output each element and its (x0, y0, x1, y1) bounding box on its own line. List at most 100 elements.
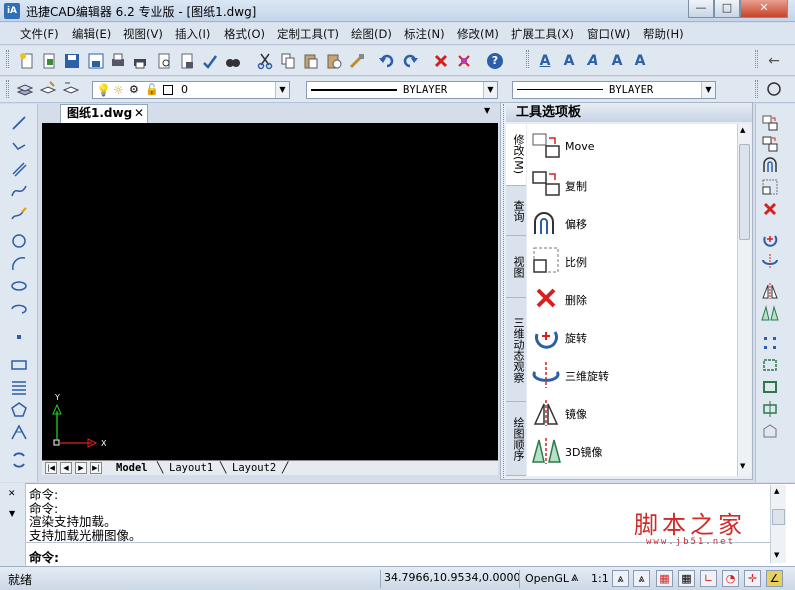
palette-item-move[interactable]: Move (527, 128, 737, 164)
arc-icon[interactable] (10, 255, 28, 273)
offset-tool-icon[interactable] (761, 156, 779, 174)
tab-layout2[interactable]: Layout2 (232, 461, 276, 475)
circle-draw-icon[interactable] (10, 232, 28, 250)
drawing-canvas[interactable]: Y X (42, 123, 498, 460)
toolbar-grip[interactable] (526, 50, 529, 68)
first-layout-button[interactable]: |◀ (45, 462, 57, 474)
redo-icon[interactable] (401, 52, 419, 70)
paste-special-icon[interactable] (325, 52, 343, 70)
chevron-down-icon[interactable]: ▼ (9, 509, 15, 518)
menu-insert[interactable]: 插入(I) (175, 26, 210, 42)
spell-check-icon[interactable] (201, 52, 219, 70)
copy-icon[interactable] (279, 52, 297, 70)
palette-item-scale[interactable]: 比例 (527, 242, 737, 278)
arrow-left-icon[interactable]: ← (765, 52, 783, 70)
auto-scale-icon[interactable]: ⩓ (633, 570, 650, 587)
palette-item-mirror[interactable]: 镜像 (527, 394, 737, 430)
help-icon[interactable]: ? (486, 52, 504, 70)
menu-custom-tools[interactable]: 定制工具(T) (277, 26, 339, 42)
linetype-combo[interactable]: BYLAYER ▼ (306, 81, 498, 99)
palette-item-offset[interactable]: 偏移 (527, 204, 737, 240)
multiline-text-icon[interactable]: A (560, 52, 578, 70)
menu-format[interactable]: 格式(O) (224, 26, 265, 42)
chevron-down-icon[interactable]: ▼ (483, 82, 497, 98)
menu-view[interactable]: 视图(V) (123, 26, 163, 42)
line-icon[interactable] (10, 114, 28, 132)
cut-icon[interactable] (256, 52, 274, 70)
explode-icon[interactable] (455, 52, 473, 70)
multiline-icon[interactable] (10, 160, 28, 178)
command-window-handle[interactable]: ✕ ▼ (0, 483, 26, 566)
close-icon[interactable]: ✕ (134, 105, 144, 121)
spline-icon[interactable] (10, 182, 28, 200)
palette-tab-modify[interactable]: 修改(M) (506, 124, 526, 186)
scroll-up-icon[interactable]: ▲ (740, 126, 745, 134)
menu-help[interactable]: 帮助(H) (643, 26, 684, 42)
new-file-icon[interactable] (18, 52, 36, 70)
palette-tab-query[interactable]: 查询 (506, 186, 526, 236)
close-icon[interactable]: ✕ (8, 489, 16, 499)
palette-scrollbar[interactable]: ▲ ▼ (737, 124, 751, 476)
region-icon[interactable] (10, 451, 28, 469)
ortho-icon[interactable]: ∟ (700, 570, 717, 587)
ellipse-icon[interactable] (10, 277, 28, 295)
lineweight-combo[interactable]: BYLAYER ▼ (512, 81, 716, 99)
palette-tab-view[interactable]: 视图 (506, 236, 526, 298)
annotation-visibility-icon[interactable]: ⩓ (612, 570, 629, 587)
palette-item-3d-mirror[interactable]: 3D镜像 (527, 432, 737, 468)
maximize-button[interactable]: □ (714, 0, 740, 18)
wipeout-icon[interactable] (10, 423, 28, 441)
chevron-down-icon[interactable]: ▼ (275, 82, 289, 98)
save-all-icon[interactable] (87, 52, 105, 70)
scroll-down-icon[interactable]: ▼ (740, 462, 745, 470)
paste-icon[interactable] (302, 52, 320, 70)
tab-layout1[interactable]: Layout1 (169, 461, 213, 475)
rotate-3d-tool-icon[interactable] (761, 252, 779, 270)
circle-icon[interactable] (765, 80, 783, 98)
hatch-icon[interactable] (10, 378, 28, 396)
palette-tab-3d-orbit[interactable]: 三维动态观察 (506, 298, 526, 402)
point-icon[interactable] (10, 328, 28, 346)
annotation-scale-icon[interactable]: ⩓ (571, 570, 578, 585)
stretch-tool-icon[interactable] (761, 356, 779, 374)
menu-extend-tools[interactable]: 扩展工具(X) (511, 26, 574, 42)
text-scale-icon[interactable]: A (608, 52, 626, 70)
last-layout-button[interactable]: ▶| (90, 462, 102, 474)
palette-item-3d-rotate[interactable]: 三维旋转 (527, 356, 737, 392)
find-text-icon[interactable]: A (631, 52, 649, 70)
layer-previous-icon[interactable] (62, 80, 80, 98)
toolbar-grip[interactable] (755, 80, 758, 98)
mirror-tool-icon[interactable] (761, 282, 779, 300)
scroll-down-icon[interactable]: ▼ (774, 551, 779, 559)
publish-icon[interactable] (178, 52, 196, 70)
lineweight-toggle-icon[interactable]: ∠ (766, 570, 783, 587)
polar-icon[interactable]: ◔ (722, 570, 739, 587)
toolbar-grip[interactable] (755, 50, 758, 68)
array-tool-icon[interactable] (761, 334, 779, 352)
layer-state-icon[interactable] (39, 80, 57, 98)
palette-scroll-thumb[interactable] (739, 144, 750, 240)
toolbar-grip[interactable] (6, 50, 9, 68)
grid-icon[interactable]: ▦ (678, 570, 695, 587)
osnap-icon[interactable]: ✛ (744, 570, 761, 587)
minimize-button[interactable]: — (688, 0, 714, 18)
scale-tool-icon[interactable] (761, 178, 779, 196)
page-preview-icon[interactable] (155, 52, 173, 70)
print-preview-icon[interactable] (109, 52, 127, 70)
next-layout-button[interactable]: ▶ (75, 462, 87, 474)
prev-layout-button[interactable]: ◀ (60, 462, 72, 474)
new-template-icon[interactable] (40, 52, 58, 70)
menu-dimension[interactable]: 标注(N) (404, 26, 445, 42)
match-properties-icon[interactable] (348, 52, 366, 70)
palette-tab-draw-order[interactable]: 绘图顺序 (506, 402, 526, 476)
tab-model[interactable]: Model (116, 461, 148, 475)
snap-icon[interactable]: ▦ (656, 570, 673, 587)
text-edit-icon[interactable]: A (584, 52, 602, 70)
mirror-3d-tool-icon[interactable] (761, 304, 779, 322)
trim-tool-icon[interactable] (761, 400, 779, 418)
save-icon[interactable] (63, 52, 81, 70)
layer-manager-icon[interactable] (16, 80, 34, 98)
polyline-icon[interactable] (10, 137, 28, 155)
text-style-icon[interactable]: A (536, 52, 554, 70)
layer-combo[interactable]: 💡 ☼ ⚙ 🔓 0 ▼ (92, 81, 290, 99)
